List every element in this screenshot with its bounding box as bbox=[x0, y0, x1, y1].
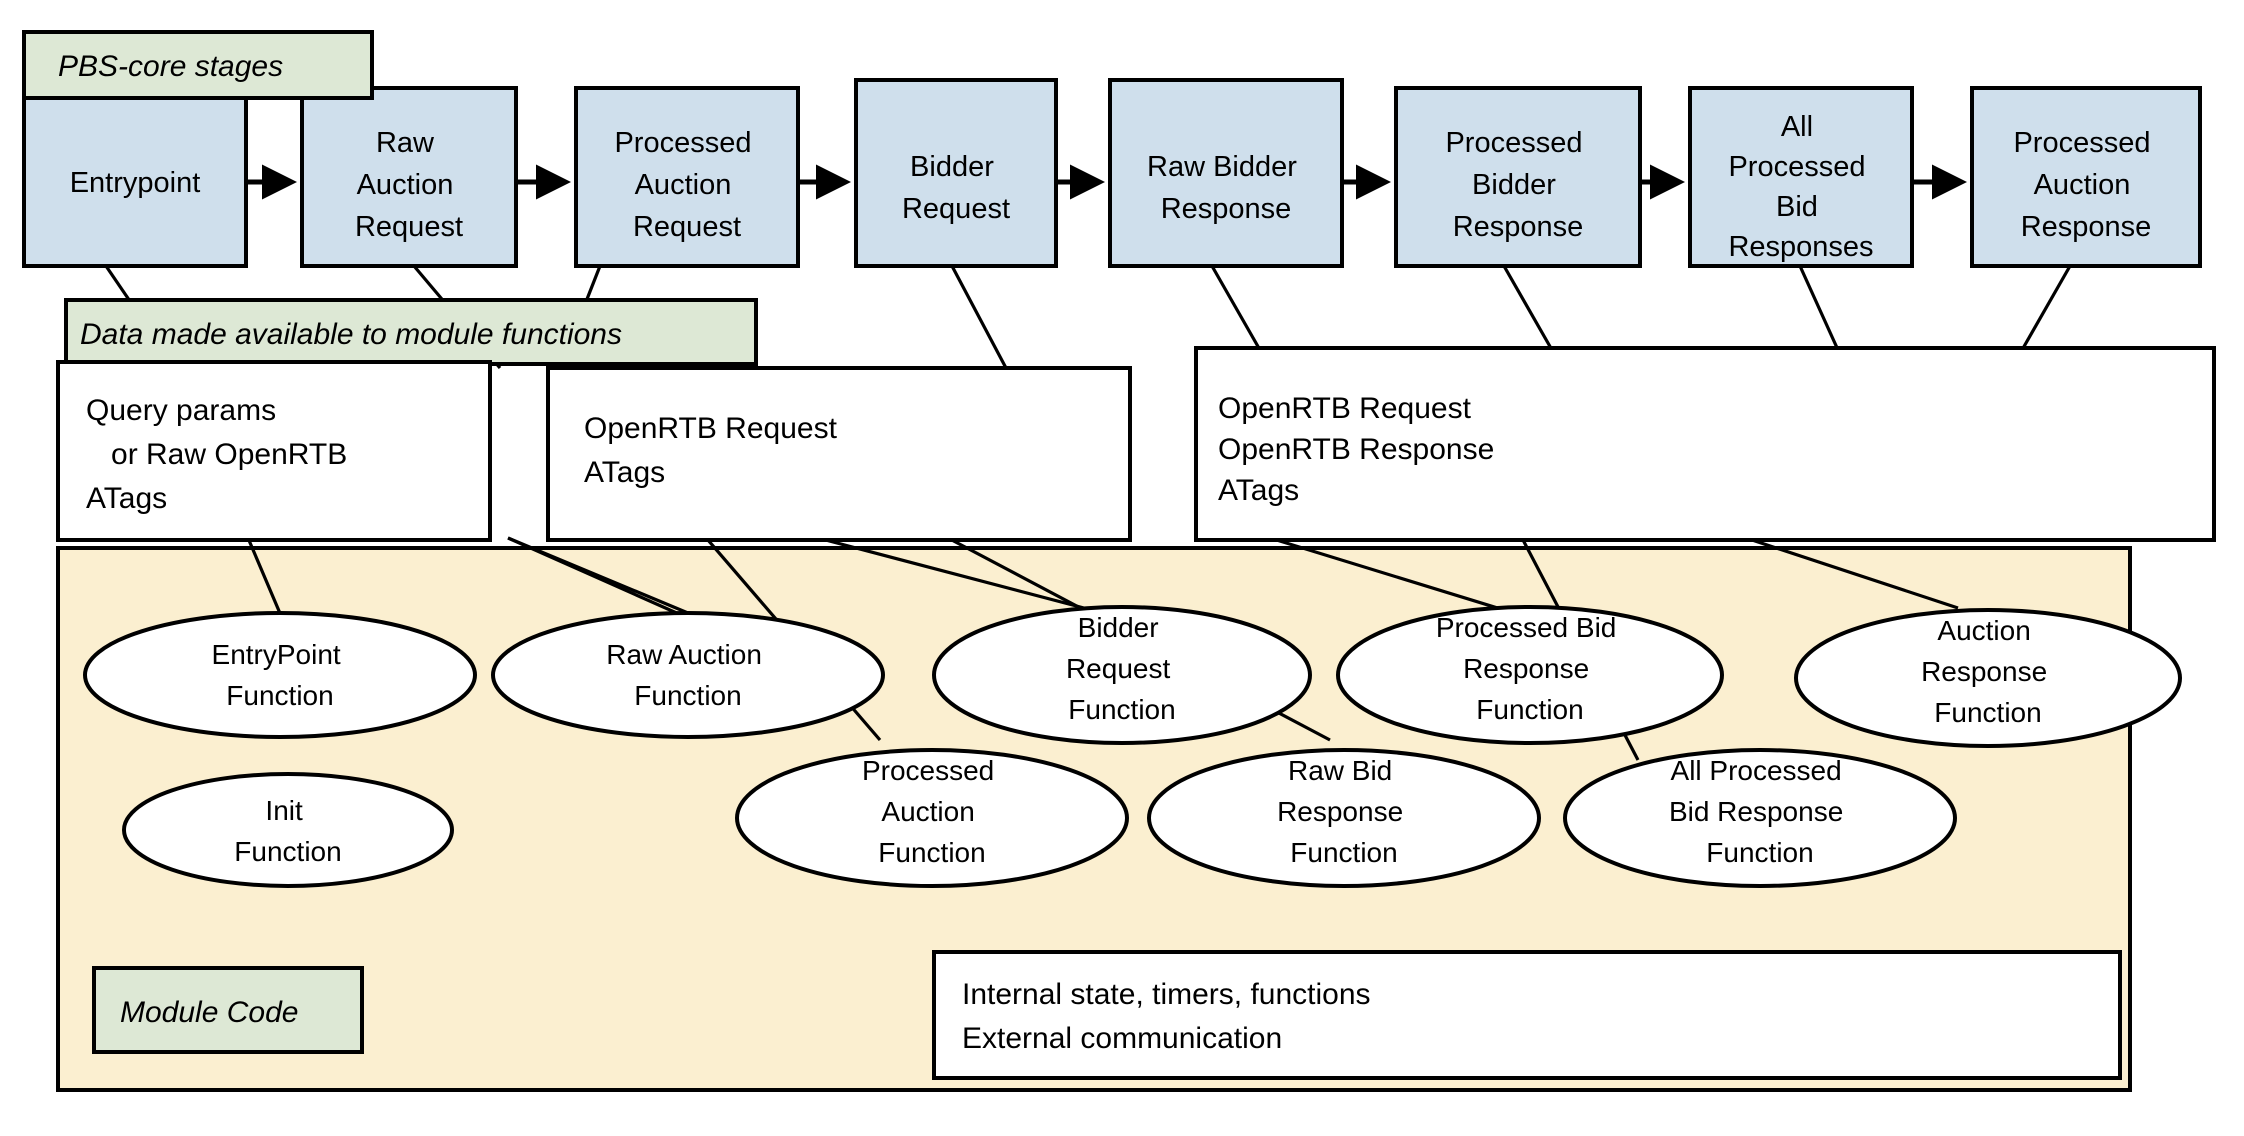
data-label-bid-response-data: OpenRTB Request OpenRTB Response ATags bbox=[1218, 392, 1503, 507]
stage-label-bidder-request: Bidder Request bbox=[902, 151, 1010, 225]
data-label-entrypoint-data: Query params or Raw OpenRTB ATags bbox=[86, 394, 356, 515]
stage-label-processed-bidder-response: Processed Bidder Response bbox=[1445, 127, 1590, 243]
function-ellipse-labels: EntryPoint Function Raw Auction Function… bbox=[212, 612, 2055, 868]
ellipse-label-processed-auction-function: Processed Auction Function bbox=[862, 755, 1002, 868]
pbs-module-architecture-diagram: PBS-core stages Data made available to m… bbox=[0, 0, 2244, 1136]
stage-label-processed-auction-response: Processed Auction Response bbox=[2013, 127, 2158, 243]
stage-label-raw-bidder-response: Raw Bidder Response bbox=[1147, 151, 1305, 225]
data-label-auction-request-data: OpenRTB Request ATags bbox=[584, 412, 845, 489]
stage-box-labels: Entrypoint Raw Auction Request Processed… bbox=[70, 111, 2158, 263]
ellipse-label-raw-bid-response-function: Raw Bid Response Function bbox=[1277, 755, 1411, 868]
stage-label-all-processed-bid-responses: All Processed Bid Responses bbox=[1728, 111, 1873, 263]
legend-label-module-code: Module Code bbox=[120, 996, 298, 1029]
legend-label-pbs-core-stages: PBS-core stages bbox=[58, 50, 283, 83]
module-internals-label: Internal state, timers, functions Extern… bbox=[962, 978, 1379, 1055]
stage-label-processed-auction-request: Processed Auction Request bbox=[614, 127, 759, 243]
ellipse-label-entrypoint-function: EntryPoint Function bbox=[212, 639, 349, 711]
ellipse-label-processed-bid-response-function: Processed Bid Response Function bbox=[1436, 612, 1624, 725]
ellipse-label-all-processed-bid-response-function: All Processed Bid Response Function bbox=[1669, 755, 1851, 868]
data-box-labels: Query params or Raw OpenRTB ATags OpenRT… bbox=[86, 392, 1503, 515]
stage-label-entrypoint: Entrypoint bbox=[70, 167, 201, 199]
ellipse-label-init-function: Init Function bbox=[234, 795, 341, 867]
ellipse-label-auction-response-function: Auction Response Function bbox=[1921, 615, 2055, 728]
stage-label-raw-auction-request: Raw Auction Request bbox=[355, 127, 463, 243]
ellipse-label-bidder-request-function: Bidder Request Function bbox=[1066, 612, 1178, 725]
diagram-text-layer: PBS-core stages Data made available to m… bbox=[58, 50, 2158, 1055]
ellipse-label-raw-auction-function: Raw Auction Function bbox=[606, 639, 769, 711]
legend-label-data-available: Data made available to module functions bbox=[80, 318, 622, 351]
